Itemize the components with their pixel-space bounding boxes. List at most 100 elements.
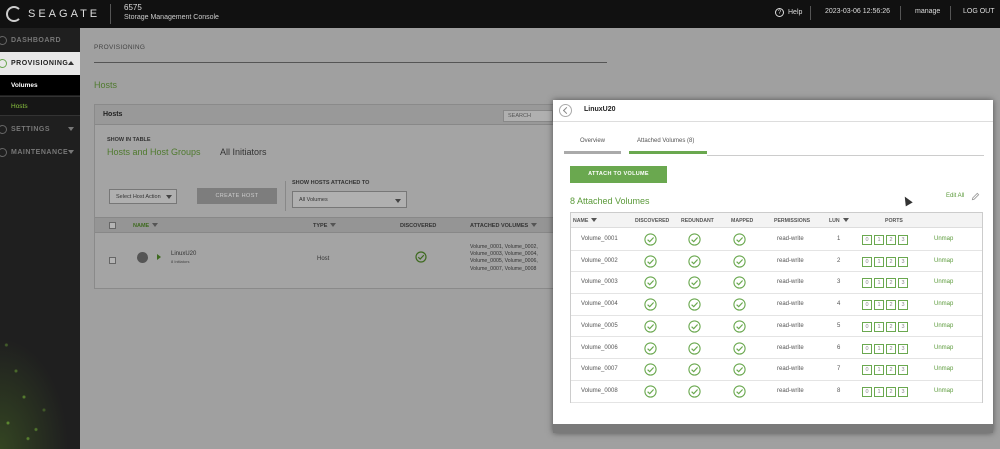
chevron-down-icon [166, 195, 172, 199]
port-0-toggle[interactable]: 0 [862, 321, 872, 332]
unmap-link[interactable]: Unmap [934, 323, 953, 329]
unmap-link[interactable]: Unmap [934, 366, 953, 372]
back-button[interactable] [559, 104, 572, 117]
port-3-toggle[interactable]: 3 [898, 365, 908, 376]
col-attached-volumes[interactable]: ATTACHED VOLUMES [470, 223, 538, 229]
port-2-toggle[interactable]: 2 [886, 386, 896, 397]
sidebar-item-maintenance[interactable]: MAINTENANCE [0, 141, 80, 164]
port-3-toggle[interactable]: 3 [898, 386, 908, 397]
tab-indicator [564, 151, 621, 154]
sidebar-item-dashboard[interactable]: DASHBOARD [0, 29, 80, 52]
col-name[interactable]: NAME [573, 218, 598, 224]
host-action-value: Select Host Action [116, 194, 161, 200]
volume-name[interactable]: Volume_0001 [581, 236, 618, 242]
host-action-select[interactable]: Select Host Action [109, 189, 177, 204]
port-2-toggle[interactable]: 2 [886, 256, 896, 267]
port-1-toggle[interactable]: 1 [874, 321, 884, 332]
port-2-toggle[interactable]: 2 [886, 321, 896, 332]
tab-overview[interactable]: Overview [580, 138, 605, 144]
port-2-toggle[interactable]: 2 [886, 278, 896, 289]
port-0-toggle[interactable]: 0 [862, 256, 872, 267]
port-0-toggle[interactable]: 0 [862, 386, 872, 397]
port-3-toggle[interactable]: 3 [898, 300, 908, 311]
port-1-toggle[interactable]: 1 [874, 300, 884, 311]
redundant-check-icon [688, 320, 701, 333]
port-2-toggle[interactable]: 2 [886, 300, 896, 311]
volume-name[interactable]: Volume_0003 [581, 279, 618, 285]
port-3-toggle[interactable]: 3 [898, 278, 908, 289]
unmap-link[interactable]: Unmap [934, 301, 953, 307]
show-all-initiators-link[interactable]: All Initiators [220, 147, 267, 157]
unmap-link[interactable]: Unmap [934, 345, 953, 351]
port-2-toggle[interactable]: 2 [886, 365, 896, 376]
port-3-toggle[interactable]: 3 [898, 235, 908, 245]
hosts-panel: Hosts SEARCH SHOW IN TABLE Hosts and Hos… [94, 104, 564, 289]
port-0-toggle[interactable]: 0 [862, 300, 872, 311]
mapped-check-icon [733, 385, 746, 398]
breadcrumb[interactable]: PROVISIONING [94, 44, 145, 51]
expand-row-icon[interactable] [157, 254, 161, 260]
volume-name[interactable]: Volume_0002 [581, 258, 618, 264]
discovered-check-icon [644, 341, 657, 355]
sidebar-item-provisioning[interactable]: PROVISIONING [0, 52, 80, 75]
unmap-link[interactable]: Unmap [934, 279, 953, 285]
sidebar-item-settings[interactable]: SETTINGS [0, 118, 80, 141]
help-link[interactable]: ? Help [775, 8, 802, 17]
row-checkbox[interactable] [109, 257, 116, 264]
port-2-toggle[interactable]: 2 [886, 235, 896, 245]
provisioning-icon [0, 59, 7, 68]
redundant-check-icon [688, 233, 701, 246]
logout-button[interactable]: LOG OUT [963, 8, 995, 15]
volume-name[interactable]: Volume_0006 [581, 345, 618, 351]
permissions-value: read-write [777, 279, 804, 286]
port-1-toggle[interactable]: 1 [874, 365, 884, 376]
port-2-toggle[interactable]: 2 [886, 343, 896, 354]
volume-name[interactable]: Volume_0005 [581, 323, 618, 329]
port-0-toggle[interactable]: 0 [862, 343, 872, 354]
search-input[interactable]: SEARCH [503, 110, 553, 122]
col-lun[interactable]: LUN [829, 218, 849, 224]
port-1-toggle[interactable]: 1 [874, 278, 884, 289]
user-menu[interactable]: manage [915, 8, 940, 15]
brand-name: SEAGATE [28, 8, 101, 20]
unmap-link[interactable]: Unmap [934, 236, 953, 242]
col-type[interactable]: TYPE [313, 223, 337, 229]
unmap-link[interactable]: Unmap [934, 388, 953, 394]
port-0-toggle[interactable]: 0 [862, 235, 872, 245]
port-3-toggle[interactable]: 3 [898, 343, 908, 354]
pencil-icon[interactable] [971, 192, 980, 201]
topbar-divider [950, 6, 951, 20]
port-1-toggle[interactable]: 1 [874, 343, 884, 354]
permissions-value: read-write [777, 322, 804, 329]
sidebar-subitem-hosts[interactable]: Hosts [0, 96, 80, 116]
col-mapped: MAPPED [731, 218, 754, 224]
port-1-toggle[interactable]: 1 [874, 256, 884, 267]
unmap-link[interactable]: Unmap [934, 258, 953, 264]
port-1-toggle[interactable]: 1 [874, 235, 884, 245]
col-name[interactable]: NAME [133, 223, 159, 229]
lun-value: 6 [837, 344, 841, 351]
edit-all-link[interactable]: Edit All [946, 193, 964, 199]
host-detail-panel: LinuxU20 Overview Attached Volumes (8) A… [553, 100, 993, 433]
header-divider [553, 121, 993, 122]
attached-volumes-filter[interactable]: All Volumes [292, 191, 407, 208]
volume-name[interactable]: Volume_0007 [581, 366, 618, 372]
port-3-toggle[interactable]: 3 [898, 321, 908, 332]
port-0-toggle[interactable]: 0 [862, 278, 872, 289]
create-host-button[interactable]: CREATE HOST [197, 188, 277, 204]
volume-name[interactable]: Volume_0008 [581, 388, 618, 394]
show-hosts-and-groups-link[interactable]: Hosts and Host Groups [107, 147, 201, 157]
tab-attached-volumes[interactable]: Attached Volumes (8) [637, 138, 694, 144]
sidebar-item-label: SETTINGS [11, 126, 51, 133]
sidebar-subitem-volumes[interactable]: Volumes [0, 75, 80, 95]
select-all-checkbox[interactable] [109, 222, 116, 229]
port-0-toggle[interactable]: 0 [862, 365, 872, 376]
volume-name[interactable]: Volume_0004 [581, 301, 618, 307]
table-row: Volume_0005 read-write 5 0 1 2 3 Unmap [571, 316, 982, 338]
port-1-toggle[interactable]: 1 [874, 386, 884, 397]
host-name[interactable]: LinuxU20 [171, 251, 196, 257]
discovered-check-icon [644, 255, 657, 268]
attach-to-volume-button[interactable]: ATTACH TO VOLUME [570, 166, 667, 183]
port-3-toggle[interactable]: 3 [898, 256, 908, 267]
sidebar-item-label: MAINTENANCE [11, 149, 69, 156]
